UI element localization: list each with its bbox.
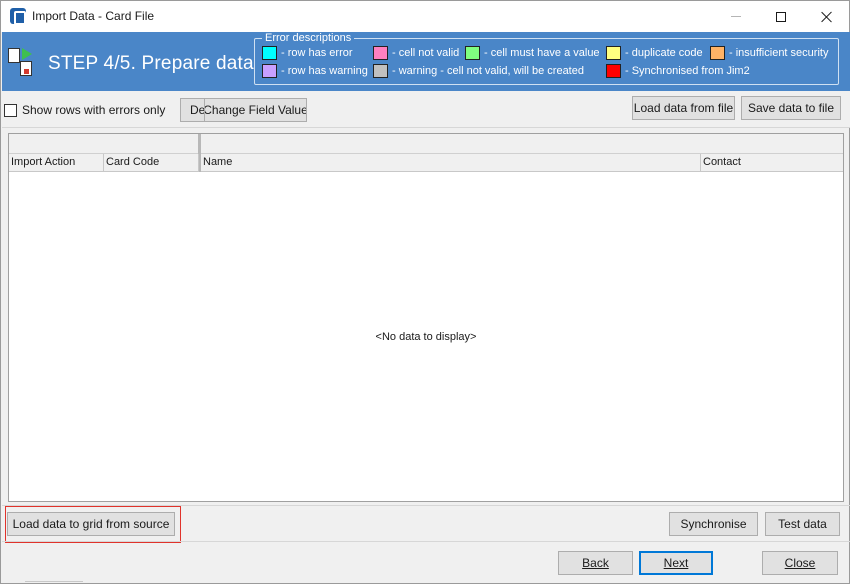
grid-toolbar: Show rows with errors only De Change Fie… [2,91,850,128]
close-window-button[interactable] [804,1,850,32]
cell-not-valid-swatch [373,46,388,60]
error-label: - cell not valid [392,47,460,59]
maximize-icon [776,11,786,22]
synchronise-button[interactable]: Synchronise [669,512,758,536]
data-grid[interactable]: Import Action Card Code Name Contact <No… [8,133,844,502]
window-title: Import Data - Card File [32,9,155,23]
app-logo-icon [10,8,26,25]
minimize-icon [731,16,741,17]
error-label: - insufficient security [729,47,829,59]
grid-band-left [9,134,199,154]
next-button[interactable]: Next [639,551,713,575]
grid-actions-row: Load data to grid from source Synchronis… [2,505,850,543]
import-dialog-window: Import Data - Card File STEP 4/5. Prepar… [0,0,850,584]
error-descriptions-group: Error descriptions - row has error - cel… [254,32,839,85]
cell-must-have-value-swatch [465,46,480,60]
close-button[interactable]: Close [762,551,838,575]
checkbox-box[interactable] [4,103,17,117]
column-header-card-code[interactable]: Card Code [104,154,199,172]
insufficient-security-swatch [710,46,725,60]
warning-cell-created-swatch [373,64,388,78]
error-label: - row has warning [281,65,368,77]
close-label: Close [784,556,816,570]
duplicate-code-swatch [606,46,621,60]
error-label: - duplicate code [625,47,703,59]
synchronised-swatch [606,64,621,78]
close-icon [821,11,833,23]
row-error-swatch [262,46,277,60]
row-warning-swatch [262,64,277,78]
column-header-contact[interactable]: Contact [701,154,843,172]
grid-column-headers: Import Action Card Code Name Contact [9,154,843,172]
save-data-to-file-button[interactable]: Save data to file [741,96,841,120]
change-field-value-button[interactable]: Change Field Value [204,98,307,122]
grid-band-header [9,134,843,154]
error-label: - Synchronised from Jim2 [625,65,750,77]
column-header-name[interactable]: Name [201,154,701,172]
column-header-import-action[interactable]: Import Action [9,154,104,172]
step-title: STEP 4/5. Prepare data [48,53,254,74]
load-data-from-file-button[interactable]: Load data from file [632,96,735,120]
error-descriptions-legend: Error descriptions [262,32,355,44]
error-item-warning-cell-created: - warning - cell not valid, will be crea… [373,64,584,78]
error-label: - row has error [281,47,353,59]
load-data-to-grid-button[interactable]: Load data to grid from source [7,512,175,536]
error-item-cell-not-valid: - cell not valid [373,46,459,60]
error-label: - warning - cell not valid, will be crea… [392,65,584,77]
step-header: STEP 4/5. Prepare data Error description… [2,32,850,91]
error-item-row-warning: - row has warning [262,64,368,78]
wizard-footer: Back Next Close [2,541,850,584]
next-label: Next [663,556,689,570]
back-button[interactable]: Back [558,551,633,575]
empty-grid-message: <No data to display> [375,331,477,343]
frozen-column-divider[interactable] [199,134,201,172]
error-item-cell-must-have-value: - cell must have a value [465,46,600,60]
back-label: Back [582,556,609,570]
error-item-duplicate-code: - duplicate code [606,46,703,60]
error-item-insufficient-security: - insufficient security [710,46,828,60]
import-documents-icon [8,48,36,76]
error-label: - cell must have a value [484,47,600,59]
error-item-row-error: - row has error [262,46,353,60]
test-data-button[interactable]: Test data [765,512,840,536]
maximize-button[interactable] [758,1,804,32]
error-item-synchronised: - Synchronised from Jim2 [606,64,750,78]
minimize-button[interactable] [713,1,759,32]
show-errors-only-label[interactable]: Show rows with errors only [22,103,165,117]
resize-grip[interactable] [25,581,83,583]
title-bar: Import Data - Card File [1,1,849,32]
show-errors-only-checkbox[interactable]: Show rows with errors only [4,103,165,117]
